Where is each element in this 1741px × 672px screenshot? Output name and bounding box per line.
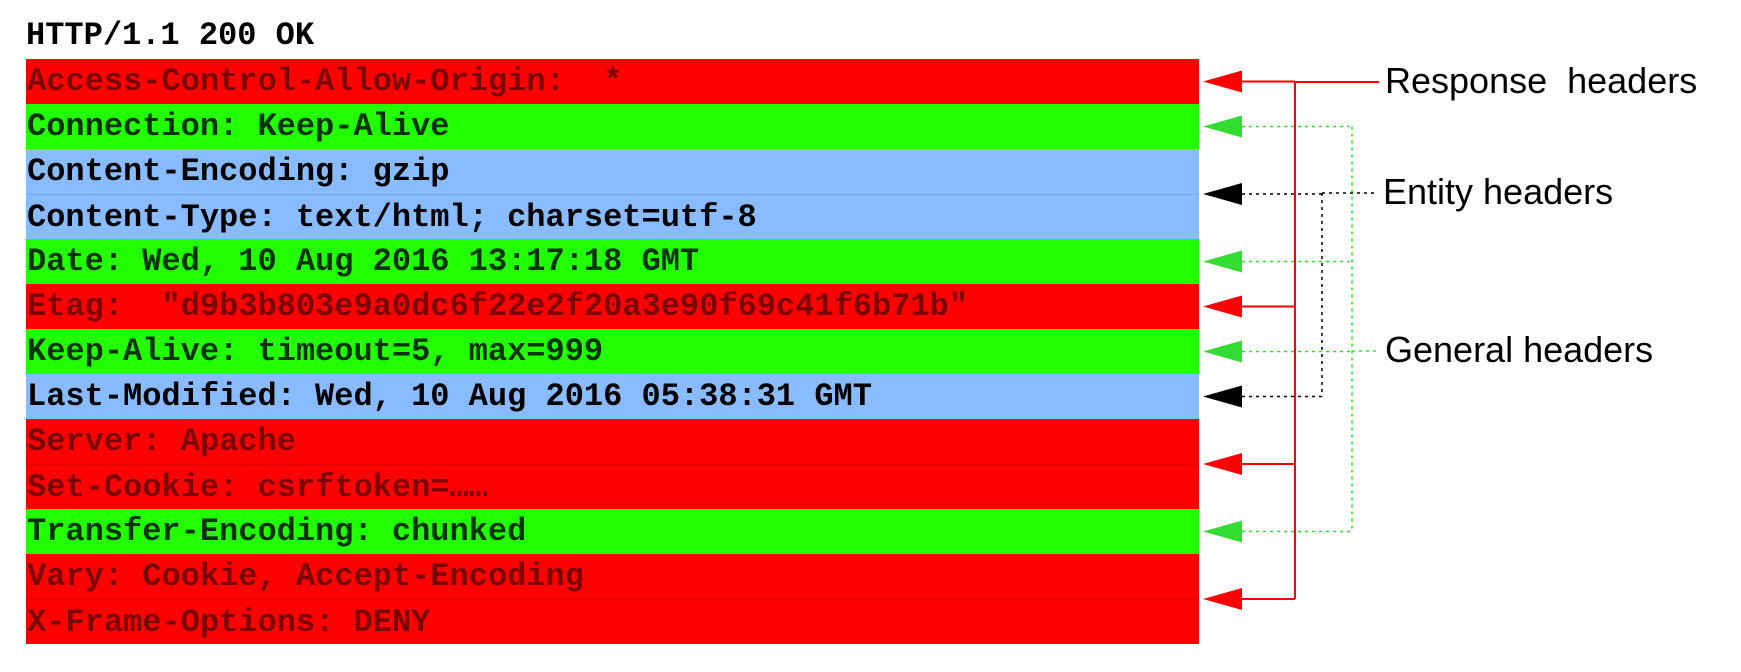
response-headers-label: Response headers [1385, 60, 1698, 101]
arrowhead [1203, 183, 1242, 205]
arrowhead [1203, 115, 1242, 138]
arrowhead [1203, 588, 1242, 610]
arrowhead [1203, 340, 1242, 363]
arrowhead [1203, 520, 1242, 543]
arrowhead [1203, 295, 1242, 318]
general-headers-label: General headers [1385, 329, 1654, 370]
arrowhead [1203, 453, 1242, 475]
http-headers-diagram: HTTP/1.1 200 OK Access-Control-Allow-Ori… [0, 0, 1741, 672]
arrowhead [1203, 385, 1242, 408]
arrowhead [1203, 70, 1242, 93]
entity-headers-label: Entity headers [1383, 171, 1614, 212]
arrowhead [1203, 250, 1242, 273]
